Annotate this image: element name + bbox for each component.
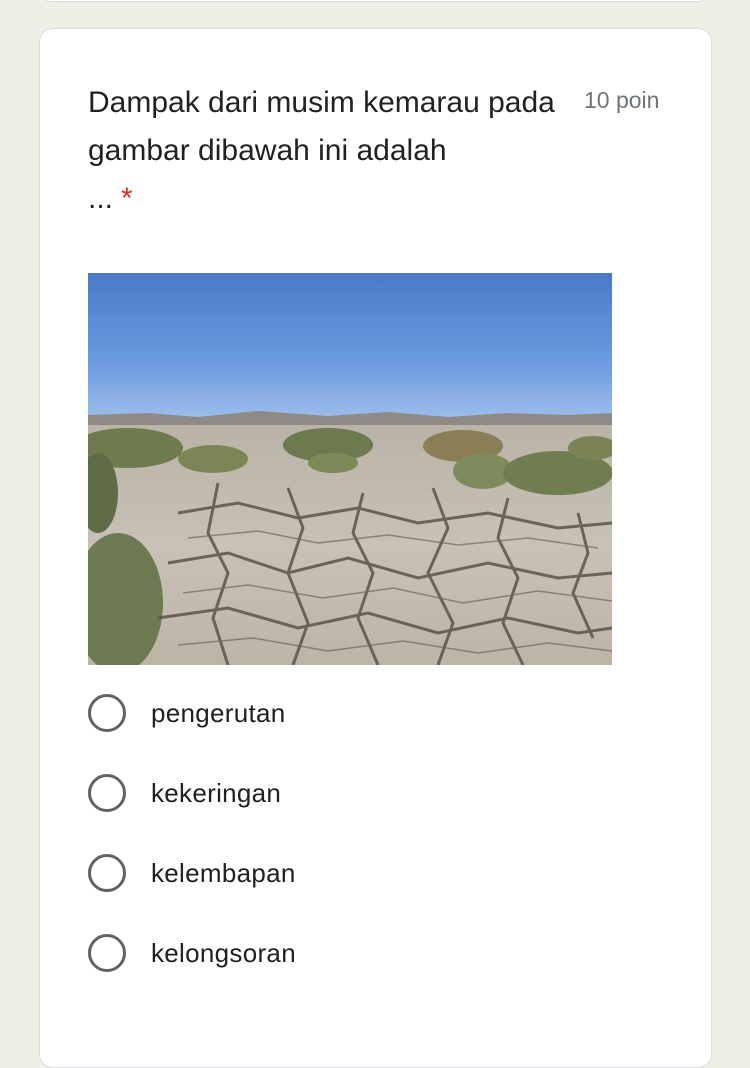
radio-button[interactable] (88, 774, 126, 812)
option-pengerutan[interactable]: pengerutan (88, 693, 648, 733)
option-kelembapan[interactable]: kelembapan (88, 853, 648, 893)
radio-button[interactable] (88, 854, 126, 892)
answer-options: pengerutan kekeringan kelembapan kelongs… (88, 693, 648, 1013)
required-asterisk: * (121, 182, 133, 215)
radio-button[interactable] (88, 694, 126, 732)
question-ellipsis: ... (88, 182, 114, 215)
question-text: Dampak dari musim kemarau pada gambar di… (88, 86, 555, 167)
previous-question-card (40, 0, 710, 2)
radio-button[interactable] (88, 934, 126, 972)
option-label: kelongsoran (151, 937, 296, 968)
option-kekeringan[interactable]: kekeringan (88, 773, 648, 813)
question-card: Dampak dari musim kemarau pada gambar di… (39, 28, 712, 1068)
option-kelongsoran[interactable]: kelongsoran (88, 933, 648, 973)
option-label: kekeringan (151, 777, 282, 808)
points-label: 10 poin (584, 87, 660, 113)
question-title: Dampak dari musim kemarau pada gambar di… (88, 79, 568, 223)
option-label: kelembapan (151, 857, 296, 888)
option-label: pengerutan (151, 697, 286, 728)
drought-image (88, 273, 612, 665)
